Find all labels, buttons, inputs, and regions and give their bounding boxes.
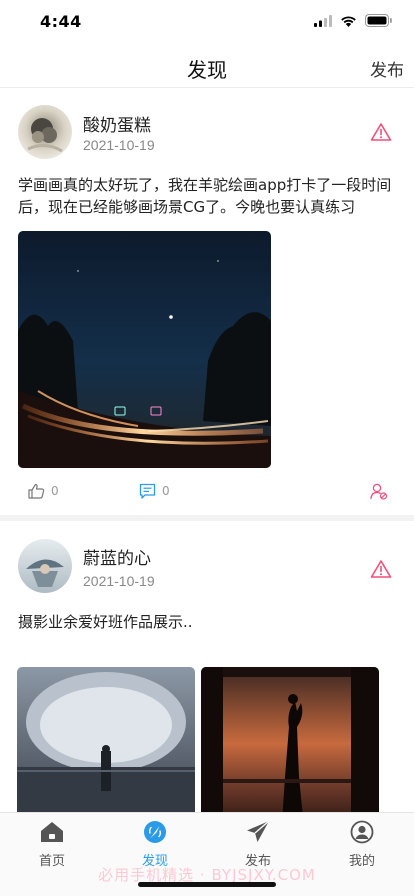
comment-icon — [139, 483, 156, 499]
wifi-icon — [341, 15, 356, 27]
tab-publish[interactable]: 发布 — [213, 819, 303, 869]
comment-count: 0 — [162, 484, 170, 498]
post-card[interactable]: 蔚蓝的心 2021-10-19 摄影业余爱好班作品展示.. — [0, 521, 414, 812]
comment-button[interactable]: 0 — [139, 483, 170, 499]
like-count: 0 — [51, 484, 59, 498]
post-text: 摄影业余爱好班作品展示.. — [18, 613, 193, 631]
report-button[interactable] — [370, 122, 392, 142]
post-text: 学画画真的太好玩了，我在羊驼绘画app打卡了一段时间后，现在已经能够画场景CG了… — [18, 176, 392, 216]
post-photo[interactable] — [17, 667, 195, 812]
status-time: 4:44 — [40, 12, 82, 31]
tab-mine[interactable]: 我的 — [317, 819, 407, 869]
discover-icon — [144, 821, 166, 843]
nav-bar: 发现 发布 — [0, 44, 414, 88]
post-date: 2021-10-19 — [83, 573, 155, 589]
post-photo[interactable] — [201, 667, 379, 812]
post-card[interactable]: 酸奶蛋糕 2021-10-19 学画画真的太好玩了，我在羊驼绘画app打卡了一段… — [0, 88, 414, 515]
avatar[interactable] — [18, 539, 72, 593]
avatar[interactable] — [18, 105, 72, 159]
post-date: 2021-10-19 — [83, 137, 155, 153]
warning-icon — [370, 560, 392, 578]
follow-button[interactable] — [370, 483, 388, 500]
signal-icon — [314, 14, 332, 27]
post-author[interactable]: 酸奶蛋糕 — [83, 111, 151, 136]
thumbs-up-icon — [28, 483, 45, 499]
page-title: 发现 — [187, 58, 227, 82]
follow-user-icon — [370, 483, 388, 500]
post-actions: 0 0 — [0, 483, 414, 507]
status-icons — [314, 14, 392, 27]
battery-icon — [365, 14, 392, 27]
status-bar: 4:44 — [0, 0, 414, 44]
warning-icon — [370, 123, 392, 141]
like-button[interactable]: 0 — [28, 483, 59, 499]
feed[interactable]: 酸奶蛋糕 2021-10-19 学画画真的太好玩了，我在羊驼绘画app打卡了一段… — [0, 88, 414, 812]
post-author[interactable]: 蔚蓝的心 — [83, 544, 151, 569]
send-icon — [247, 820, 270, 842]
tab-discover[interactable]: 发现 — [110, 819, 200, 869]
home-indicator — [138, 882, 276, 887]
report-button[interactable] — [370, 559, 392, 579]
user-icon — [350, 820, 374, 844]
publish-nav-button[interactable]: 发布 — [370, 56, 404, 81]
post-photo[interactable] — [18, 231, 271, 468]
tab-home[interactable]: 首页 — [7, 819, 97, 869]
home-icon — [41, 822, 63, 842]
